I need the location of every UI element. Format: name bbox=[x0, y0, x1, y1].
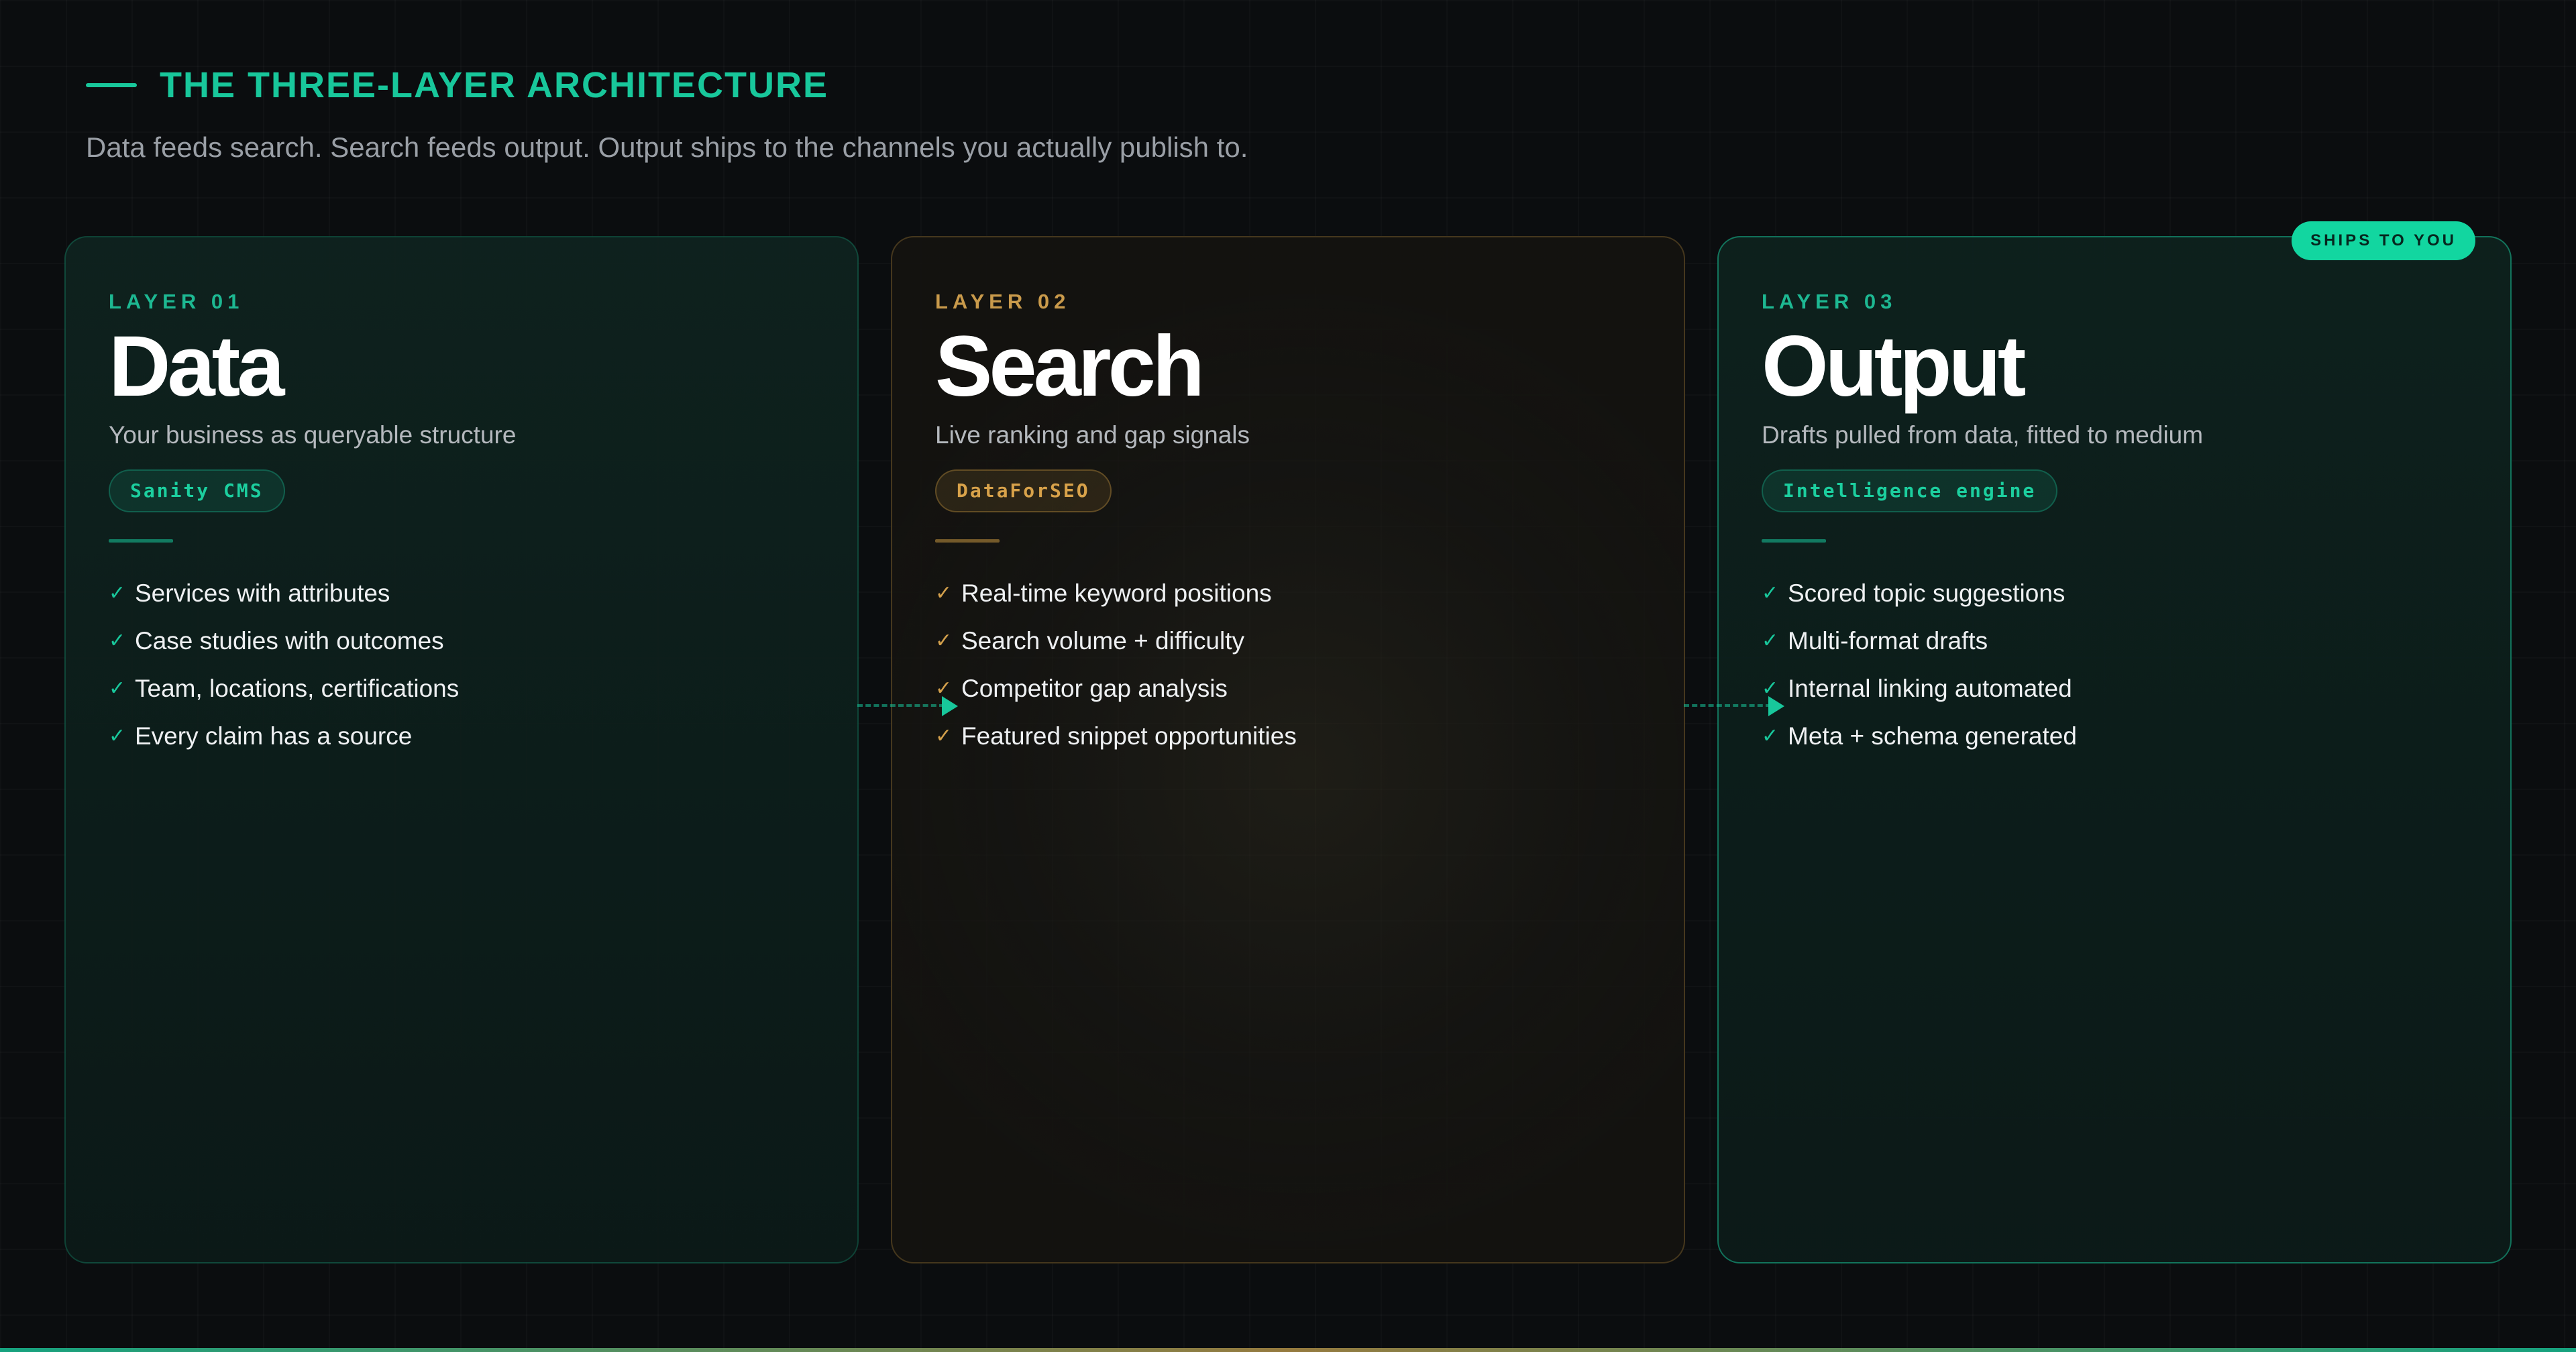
feature-item: ✓ Meta + schema generated bbox=[1762, 712, 2467, 760]
check-icon: ✓ bbox=[935, 725, 953, 748]
bottom-accent-bar bbox=[0, 1348, 2576, 1352]
section-title: THE THREE-LAYER ARCHITECTURE bbox=[160, 65, 829, 105]
tool-badge: Sanity CMS bbox=[109, 469, 285, 513]
feature-text: Real-time keyword positions bbox=[961, 579, 1272, 607]
feature-item: ✓ Team, locations, certifications bbox=[109, 665, 814, 712]
layer-card-data: LAYER 01 Data Your business as queryable… bbox=[64, 236, 859, 1263]
ships-to-you-badge: SHIPS TO YOU bbox=[2292, 221, 2475, 260]
layer-card-output: SHIPS TO YOU LAYER 03 Output Drafts pull… bbox=[1717, 221, 2512, 1263]
divider bbox=[935, 539, 1000, 543]
layer-label: LAYER 01 bbox=[109, 290, 244, 313]
eyebrow: THE THREE-LAYER ARCHITECTURE bbox=[86, 64, 1248, 106]
tool-badge: Intelligence engine bbox=[1762, 469, 2058, 513]
section-header: THE THREE-LAYER ARCHITECTURE Data feeds … bbox=[86, 64, 1248, 164]
layer-title: Search bbox=[935, 319, 1205, 414]
check-icon: ✓ bbox=[935, 630, 953, 653]
check-icon: ✓ bbox=[109, 677, 126, 700]
layer-card-search: LAYER 02 Search Live ranking and gap sig… bbox=[891, 236, 1685, 1263]
section-subtitle: Data feeds search. Search feeds output. … bbox=[86, 131, 1248, 163]
arrow-right-icon bbox=[857, 692, 958, 719]
feature-item: ✓ Every claim has a source bbox=[109, 712, 814, 760]
feature-text: Case studies with outcomes bbox=[135, 626, 444, 655]
tool-badge: DataForSEO bbox=[935, 469, 1112, 513]
check-icon: ✓ bbox=[109, 725, 126, 748]
feature-item: ✓ Services with attributes bbox=[109, 569, 814, 617]
feature-item: ✓ Multi-format drafts bbox=[1762, 617, 2467, 665]
feature-text: Featured snippet opportunities bbox=[961, 722, 1297, 750]
feature-list: ✓ Services with attributes ✓ Case studies … bbox=[109, 569, 814, 760]
arrow-right-icon bbox=[1684, 692, 1784, 719]
check-icon: ✓ bbox=[935, 582, 953, 605]
feature-text: Competitor gap analysis bbox=[961, 674, 1228, 702]
feature-text: Team, locations, certifications bbox=[135, 674, 460, 702]
connector-arrowhead bbox=[942, 696, 958, 716]
feature-text: Scored topic suggestions bbox=[1788, 579, 2065, 607]
feature-item: ✓ Featured snippet opportunities bbox=[935, 712, 1641, 760]
check-icon: ✓ bbox=[1762, 630, 1779, 653]
connector-arrowhead bbox=[1768, 696, 1784, 716]
feature-item: ✓ Case studies with outcomes bbox=[109, 617, 814, 665]
feature-text: Internal linking automated bbox=[1788, 674, 2072, 702]
layer-title: Data bbox=[109, 319, 284, 414]
feature-item: ✓ Internal linking automated bbox=[1762, 665, 2467, 712]
feature-text: Every claim has a source bbox=[135, 722, 413, 750]
feature-item: ✓ Scored topic suggestions bbox=[1762, 569, 2467, 617]
feature-list: ✓ Real-time keyword positions ✓ Search vol… bbox=[935, 569, 1641, 760]
feature-item: ✓ Real-time keyword positions bbox=[935, 569, 1641, 617]
check-icon: ✓ bbox=[1762, 725, 1779, 748]
eyebrow-accent-line bbox=[86, 83, 137, 87]
check-icon: ✓ bbox=[1762, 582, 1779, 605]
divider bbox=[109, 539, 173, 543]
feature-text: Search volume + difficulty bbox=[961, 626, 1244, 655]
feature-text: Multi-format drafts bbox=[1788, 626, 1988, 655]
layer-label: LAYER 03 bbox=[1762, 290, 1897, 313]
feature-item: ✓ Competitor gap analysis bbox=[935, 665, 1641, 712]
connector-dash bbox=[857, 704, 945, 707]
divider bbox=[1762, 539, 1826, 543]
check-icon: ✓ bbox=[109, 630, 126, 653]
layer-label: LAYER 02 bbox=[935, 290, 1071, 313]
feature-list: ✓ Scored topic suggestions ✓ Multi-format … bbox=[1762, 569, 2467, 760]
layer-description: Your business as queryable structure bbox=[109, 421, 517, 449]
check-icon: ✓ bbox=[109, 582, 126, 605]
connector-dash bbox=[1684, 704, 1771, 707]
layer-cards: LAYER 01 Data Your business as queryable… bbox=[64, 221, 2512, 1266]
layer-description: Drafts pulled from data, fitted to mediu… bbox=[1762, 421, 2204, 449]
layer-description: Live ranking and gap signals bbox=[935, 421, 1250, 449]
feature-text: Meta + schema generated bbox=[1788, 722, 2077, 750]
layer-title: Output bbox=[1762, 319, 2026, 414]
feature-item: ✓ Search volume + difficulty bbox=[935, 617, 1641, 665]
feature-text: Services with attributes bbox=[135, 579, 390, 607]
